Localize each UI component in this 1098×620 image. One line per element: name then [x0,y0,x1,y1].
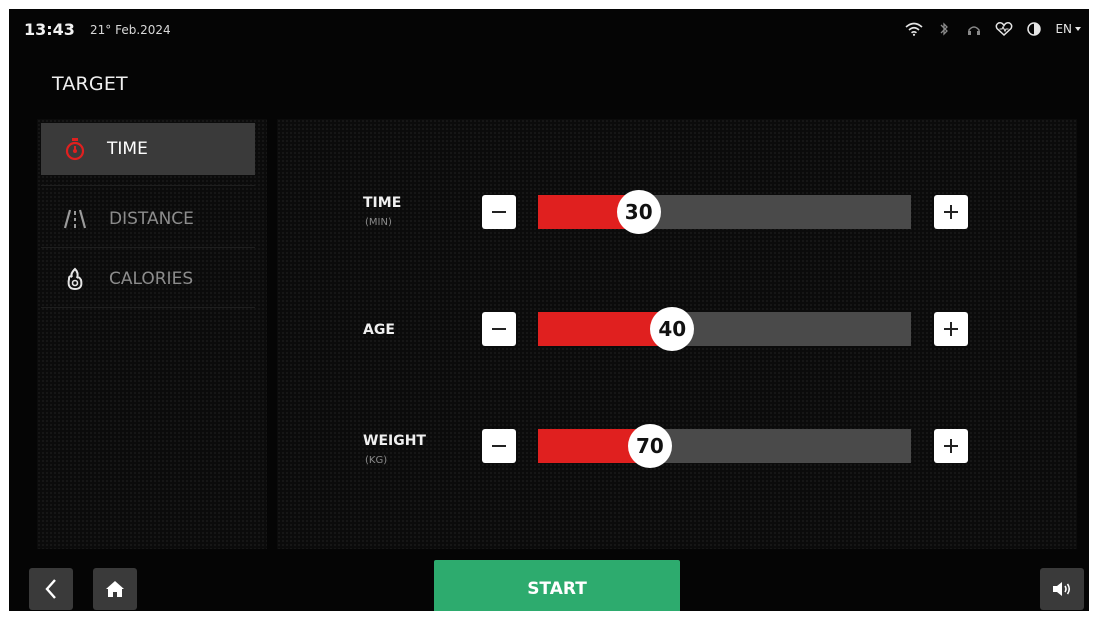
heart-rate-icon [989,18,1019,40]
menu-item-distance[interactable]: DISTANCE [41,193,255,245]
page-title: TARGET [52,73,128,95]
plus-icon [934,312,968,346]
volume-icon [1053,582,1071,596]
stopwatch-icon [61,135,89,163]
weight-slider-handle[interactable]: 70 [627,424,672,468]
menu-item-calories[interactable]: CALORIES [41,253,255,305]
flame-icon [61,265,89,293]
wifi-icon [899,18,929,40]
weight-slider[interactable]: 70 [538,424,911,468]
minus-icon [492,328,506,330]
home-icon [106,581,124,597]
menu-divider [41,185,255,186]
age-slider[interactable]: 40 [538,307,911,351]
age-increment-button[interactable] [934,312,968,346]
time-slider-handle[interactable]: 30 [616,190,661,234]
menu-item-time[interactable]: TIME [41,123,255,175]
caret-down-icon [1075,27,1081,31]
bluetooth-icon [929,18,959,40]
home-button[interactable] [93,568,137,610]
time-decrement-button[interactable] [482,195,516,229]
status-date: 21° Feb.2024 [90,23,171,37]
plus-icon [934,429,968,463]
weight-decrement-button[interactable] [482,429,516,463]
weight-label: WEIGHT [363,433,426,449]
volume-button[interactable] [1040,568,1084,610]
menu-divider [41,307,255,308]
minus-icon [492,211,506,213]
screen: 13:43 21° Feb.2024 EN TARGET TIME DISTAN… [9,9,1089,611]
menu-item-label: TIME [107,139,148,159]
age-slider-handle[interactable]: 40 [650,307,695,351]
minus-icon [492,445,506,447]
status-icons: EN [899,17,1081,41]
menu-item-label: CALORIES [109,269,194,289]
target-menu: TIME DISTANCE CALORIES [37,119,267,549]
time-slider[interactable]: 30 [538,190,911,234]
headphones-icon [959,18,989,40]
weight-increment-button[interactable] [934,429,968,463]
time-label: TIME [363,195,402,211]
menu-divider [41,247,255,248]
age-decrement-button[interactable] [482,312,516,346]
back-button[interactable] [29,568,73,610]
age-label: AGE [363,322,395,338]
clock-time: 13:43 [24,20,75,39]
language-label: EN [1055,22,1072,36]
back-arrow-icon [45,579,56,599]
time-unit: (MIN) [365,217,392,228]
plus-icon [934,195,968,229]
time-increment-button[interactable] [934,195,968,229]
start-button[interactable]: START [434,560,680,611]
weight-unit: (KG) [365,455,388,466]
contrast-icon[interactable] [1019,18,1049,40]
road-icon [61,205,89,233]
menu-item-label: DISTANCE [109,209,194,229]
language-selector[interactable]: EN [1055,22,1081,36]
